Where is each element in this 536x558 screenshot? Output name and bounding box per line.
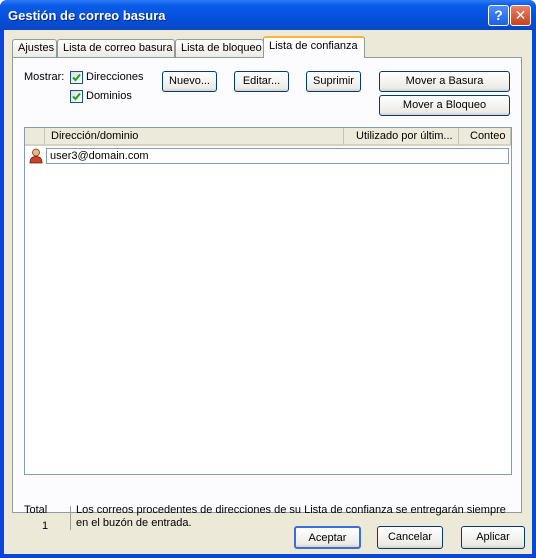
column-count[interactable]: Conteo: [459, 128, 511, 146]
ok-button[interactable]: Aceptar: [294, 526, 361, 549]
check-icon: [72, 92, 81, 101]
addresses-label: Direcciones: [86, 71, 144, 83]
help-icon: ?: [494, 7, 503, 23]
tab-panel: Mostrar: Direcciones Dominios Nuevo... E…: [12, 57, 522, 532]
delete-button[interactable]: Suprimir: [306, 71, 361, 92]
show-label: Mostrar:: [24, 71, 65, 83]
contact-icon: [29, 148, 43, 164]
total-value: 1: [42, 520, 49, 532]
tab-label: Lista de confianza: [269, 40, 358, 52]
column-last-used[interactable]: Utilizado por últim...: [344, 128, 459, 146]
footer-divider: [70, 506, 71, 530]
domains-label: Dominios: [86, 90, 132, 102]
title-bar[interactable]: Gestión de correo basura ? ✕: [0, 0, 536, 30]
cancel-button[interactable]: Cancelar: [377, 526, 443, 549]
trusted-list-view[interactable]: Dirección/dominio Utilizado por últim...…: [24, 127, 512, 475]
check-icon: [72, 73, 81, 82]
edit-button[interactable]: Editar...: [234, 71, 289, 92]
move-to-block-button[interactable]: Mover a Bloqueo: [379, 95, 510, 116]
move-to-junk-button[interactable]: Mover a Basura: [379, 71, 510, 92]
address-edit-field[interactable]: user3@domain.com: [46, 148, 509, 164]
tab-ajustes[interactable]: Ajustes: [12, 39, 57, 57]
tab-trusted-list[interactable]: Lista de confianza: [263, 36, 365, 58]
column-last-used-label: Utilizado por últim...: [356, 130, 453, 142]
help-button[interactable]: ?: [488, 5, 509, 26]
close-icon: ✕: [514, 7, 527, 23]
new-button[interactable]: Nuevo...: [162, 71, 217, 92]
tab-junk-list[interactable]: Lista de correo basura: [57, 39, 175, 57]
close-button[interactable]: ✕: [510, 5, 531, 26]
tab-label: Lista de bloqueo: [181, 42, 262, 54]
tab-block-list[interactable]: Lista de bloqueo: [175, 39, 264, 57]
column-count-label: Conteo: [470, 130, 506, 142]
apply-button[interactable]: Aplicar: [461, 526, 525, 549]
list-item[interactable]: user3@domain.com: [25, 147, 509, 165]
column-address-label: Dirección/dominio: [51, 130, 139, 142]
column-address[interactable]: Dirección/dominio: [45, 128, 344, 146]
dialog-body: Ajustes Lista de correo basura Lista de …: [4, 30, 532, 554]
addresses-checkbox[interactable]: [70, 71, 83, 84]
header-icon-column[interactable]: [25, 128, 45, 146]
tab-label: Ajustes: [18, 42, 55, 54]
total-label: Total: [24, 504, 48, 516]
domains-checkbox[interactable]: [70, 90, 83, 103]
tab-label: Lista de correo basura: [63, 42, 173, 54]
junk-mail-dialog: Gestión de correo basura ? ✕ Ajustes Lis…: [0, 0, 536, 558]
window-title: Gestión de correo basura: [8, 8, 166, 23]
